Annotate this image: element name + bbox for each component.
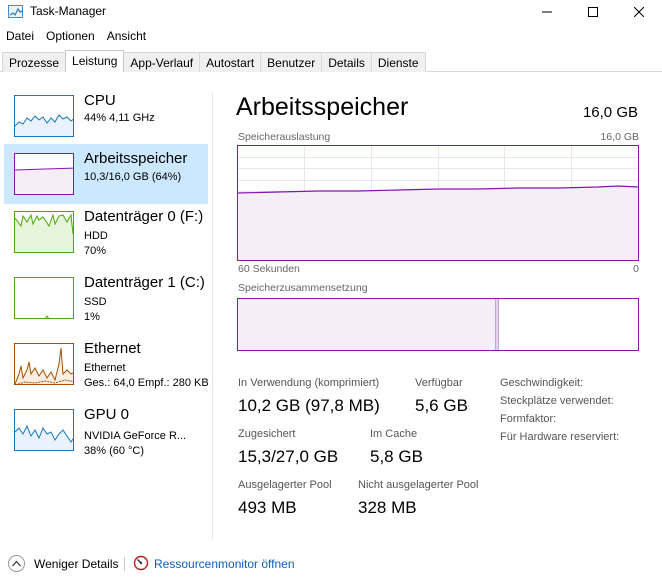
minimize-icon xyxy=(542,11,552,13)
memory-usage-graph xyxy=(237,145,639,261)
fewer-details-label[interactable]: Weniger Details xyxy=(34,557,118,571)
committed-label: Zugesichert xyxy=(238,428,296,440)
tab-autostart[interactable]: Autostart xyxy=(199,52,262,72)
page-title: Arbeitsspeicher xyxy=(236,93,409,121)
gpu-model: NVIDIA GeForce R... xyxy=(84,430,187,442)
resource-monitor-icon xyxy=(133,555,149,571)
available-value: 5,6 GB xyxy=(415,396,468,415)
form-factor-label: Formfaktor: xyxy=(500,413,557,425)
title-bar: Task-Manager xyxy=(0,0,662,24)
composition-modified xyxy=(496,299,499,350)
sidebar-item-disk-1[interactable]: Datenträger 1 (C:) SSD 1% xyxy=(4,268,208,328)
disk-1-type: SSD xyxy=(84,296,107,308)
cpu-thumbnail-graph xyxy=(14,95,74,137)
slots-label: Steckplätze verwendet: xyxy=(500,395,614,407)
sidebar-divider xyxy=(212,92,213,540)
tab-dienste[interactable]: Dienste xyxy=(370,52,426,72)
bottom-bar: Weniger Details Ressourcenmonitor öffnen xyxy=(0,548,662,578)
close-button[interactable] xyxy=(616,0,662,24)
hardware-reserved-label: Für Hardware reserviert: xyxy=(500,431,620,443)
sidebar-item-cpu[interactable]: CPU 44% 4,11 GHz xyxy=(4,86,208,146)
cpu-name: CPU xyxy=(84,92,116,109)
memory-usage: 10,3/16,0 GB (64%) xyxy=(84,171,182,183)
gpu-thumbnail-graph xyxy=(14,409,74,451)
maximize-button[interactable] xyxy=(570,0,616,24)
speed-label: Geschwindigkeit: xyxy=(500,377,584,389)
disk-0-usage: 70% xyxy=(84,245,107,257)
available-label: Verfügbar xyxy=(415,377,463,389)
gpu-usage: 38% (60 °C) xyxy=(84,445,145,457)
open-resource-monitor-link[interactable]: Ressourcenmonitor öffnen xyxy=(154,557,295,571)
cached-label: Im Cache xyxy=(370,428,418,440)
nonpaged-pool-value: 328 MB xyxy=(358,498,417,517)
window-title: Task-Manager xyxy=(30,4,107,18)
tab-bar: Prozesse Leistung App-Verlauf Autostart … xyxy=(2,50,426,72)
cached-value: 5,8 GB xyxy=(370,447,423,466)
composition-in-use xyxy=(238,299,496,350)
chevron-up-icon xyxy=(12,560,21,567)
menu-datei[interactable]: Datei xyxy=(0,27,40,45)
sidebar-item-gpu[interactable]: GPU 0 NVIDIA GeForce R... 38% (60 °C) xyxy=(4,400,208,460)
tab-prozesse[interactable]: Prozesse xyxy=(2,52,67,72)
paged-pool-label: Ausgelagerter Pool xyxy=(238,479,332,491)
sidebar-item-memory[interactable]: Arbeitsspeicher 10,3/16,0 GB (64%) xyxy=(4,144,208,204)
tab-details[interactable]: Details xyxy=(321,52,372,72)
disk-1-thumbnail-graph xyxy=(14,277,74,319)
memory-total: 16,0 GB xyxy=(582,104,638,121)
usage-graph-label: Speicherauslastung xyxy=(238,131,331,143)
memory-name: Arbeitsspeicher xyxy=(84,150,188,167)
composition-graph-label: Speicherzusammensetzung xyxy=(238,282,368,294)
time-axis-right: 0 xyxy=(633,263,639,275)
disk-0-thumbnail-graph xyxy=(14,211,74,253)
cpu-usage: 44% 4,11 GHz xyxy=(84,112,155,124)
disk-0-name: Datenträger 0 (F:) xyxy=(84,208,204,225)
in-use-value: 10,2 GB (97,8 MB) xyxy=(238,396,380,415)
menu-bar: Datei Optionen Ansicht xyxy=(0,27,152,45)
ethernet-throughput: Ges.: 64,0 Empf.: 280 KB xyxy=(84,377,209,389)
paged-pool-value: 493 MB xyxy=(238,498,297,517)
ethernet-thumbnail-graph xyxy=(14,343,74,385)
ethernet-adapter: Ethernet xyxy=(84,362,126,374)
fewer-details-button[interactable] xyxy=(8,555,25,572)
tab-leistung[interactable]: Leistung xyxy=(65,50,125,72)
tab-app-verlauf[interactable]: App-Verlauf xyxy=(123,52,201,72)
maximize-icon xyxy=(588,7,598,17)
task-manager-app-icon xyxy=(8,5,24,18)
memory-thumbnail-graph xyxy=(14,153,74,195)
ethernet-name: Ethernet xyxy=(84,340,141,357)
menu-optionen[interactable]: Optionen xyxy=(40,27,101,45)
disk-0-type: HDD xyxy=(84,230,108,242)
sidebar-item-ethernet[interactable]: Ethernet Ethernet Ges.: 64,0 Empf.: 280 … xyxy=(4,334,209,394)
gpu-name: GPU 0 xyxy=(84,406,130,423)
tab-benutzer[interactable]: Benutzer xyxy=(260,52,323,72)
memory-composition-graph xyxy=(237,298,639,351)
bottom-divider xyxy=(124,557,125,571)
close-icon xyxy=(634,7,644,17)
time-axis-left: 60 Sekunden xyxy=(238,263,300,275)
disk-1-name: Datenträger 1 (C:) xyxy=(84,274,205,291)
disk-1-usage: 1% xyxy=(84,311,100,323)
committed-value: 15,3/27,0 GB xyxy=(238,447,339,466)
sidebar-item-disk-0[interactable]: Datenträger 0 (F:) HDD 70% xyxy=(4,202,208,262)
menu-ansicht[interactable]: Ansicht xyxy=(101,27,152,45)
nonpaged-pool-label: Nicht ausgelagerter Pool xyxy=(358,479,479,491)
in-use-label: In Verwendung (komprimiert) xyxy=(238,377,380,389)
minimize-button[interactable] xyxy=(524,0,570,24)
usage-graph-max: 16,0 GB xyxy=(600,131,639,143)
